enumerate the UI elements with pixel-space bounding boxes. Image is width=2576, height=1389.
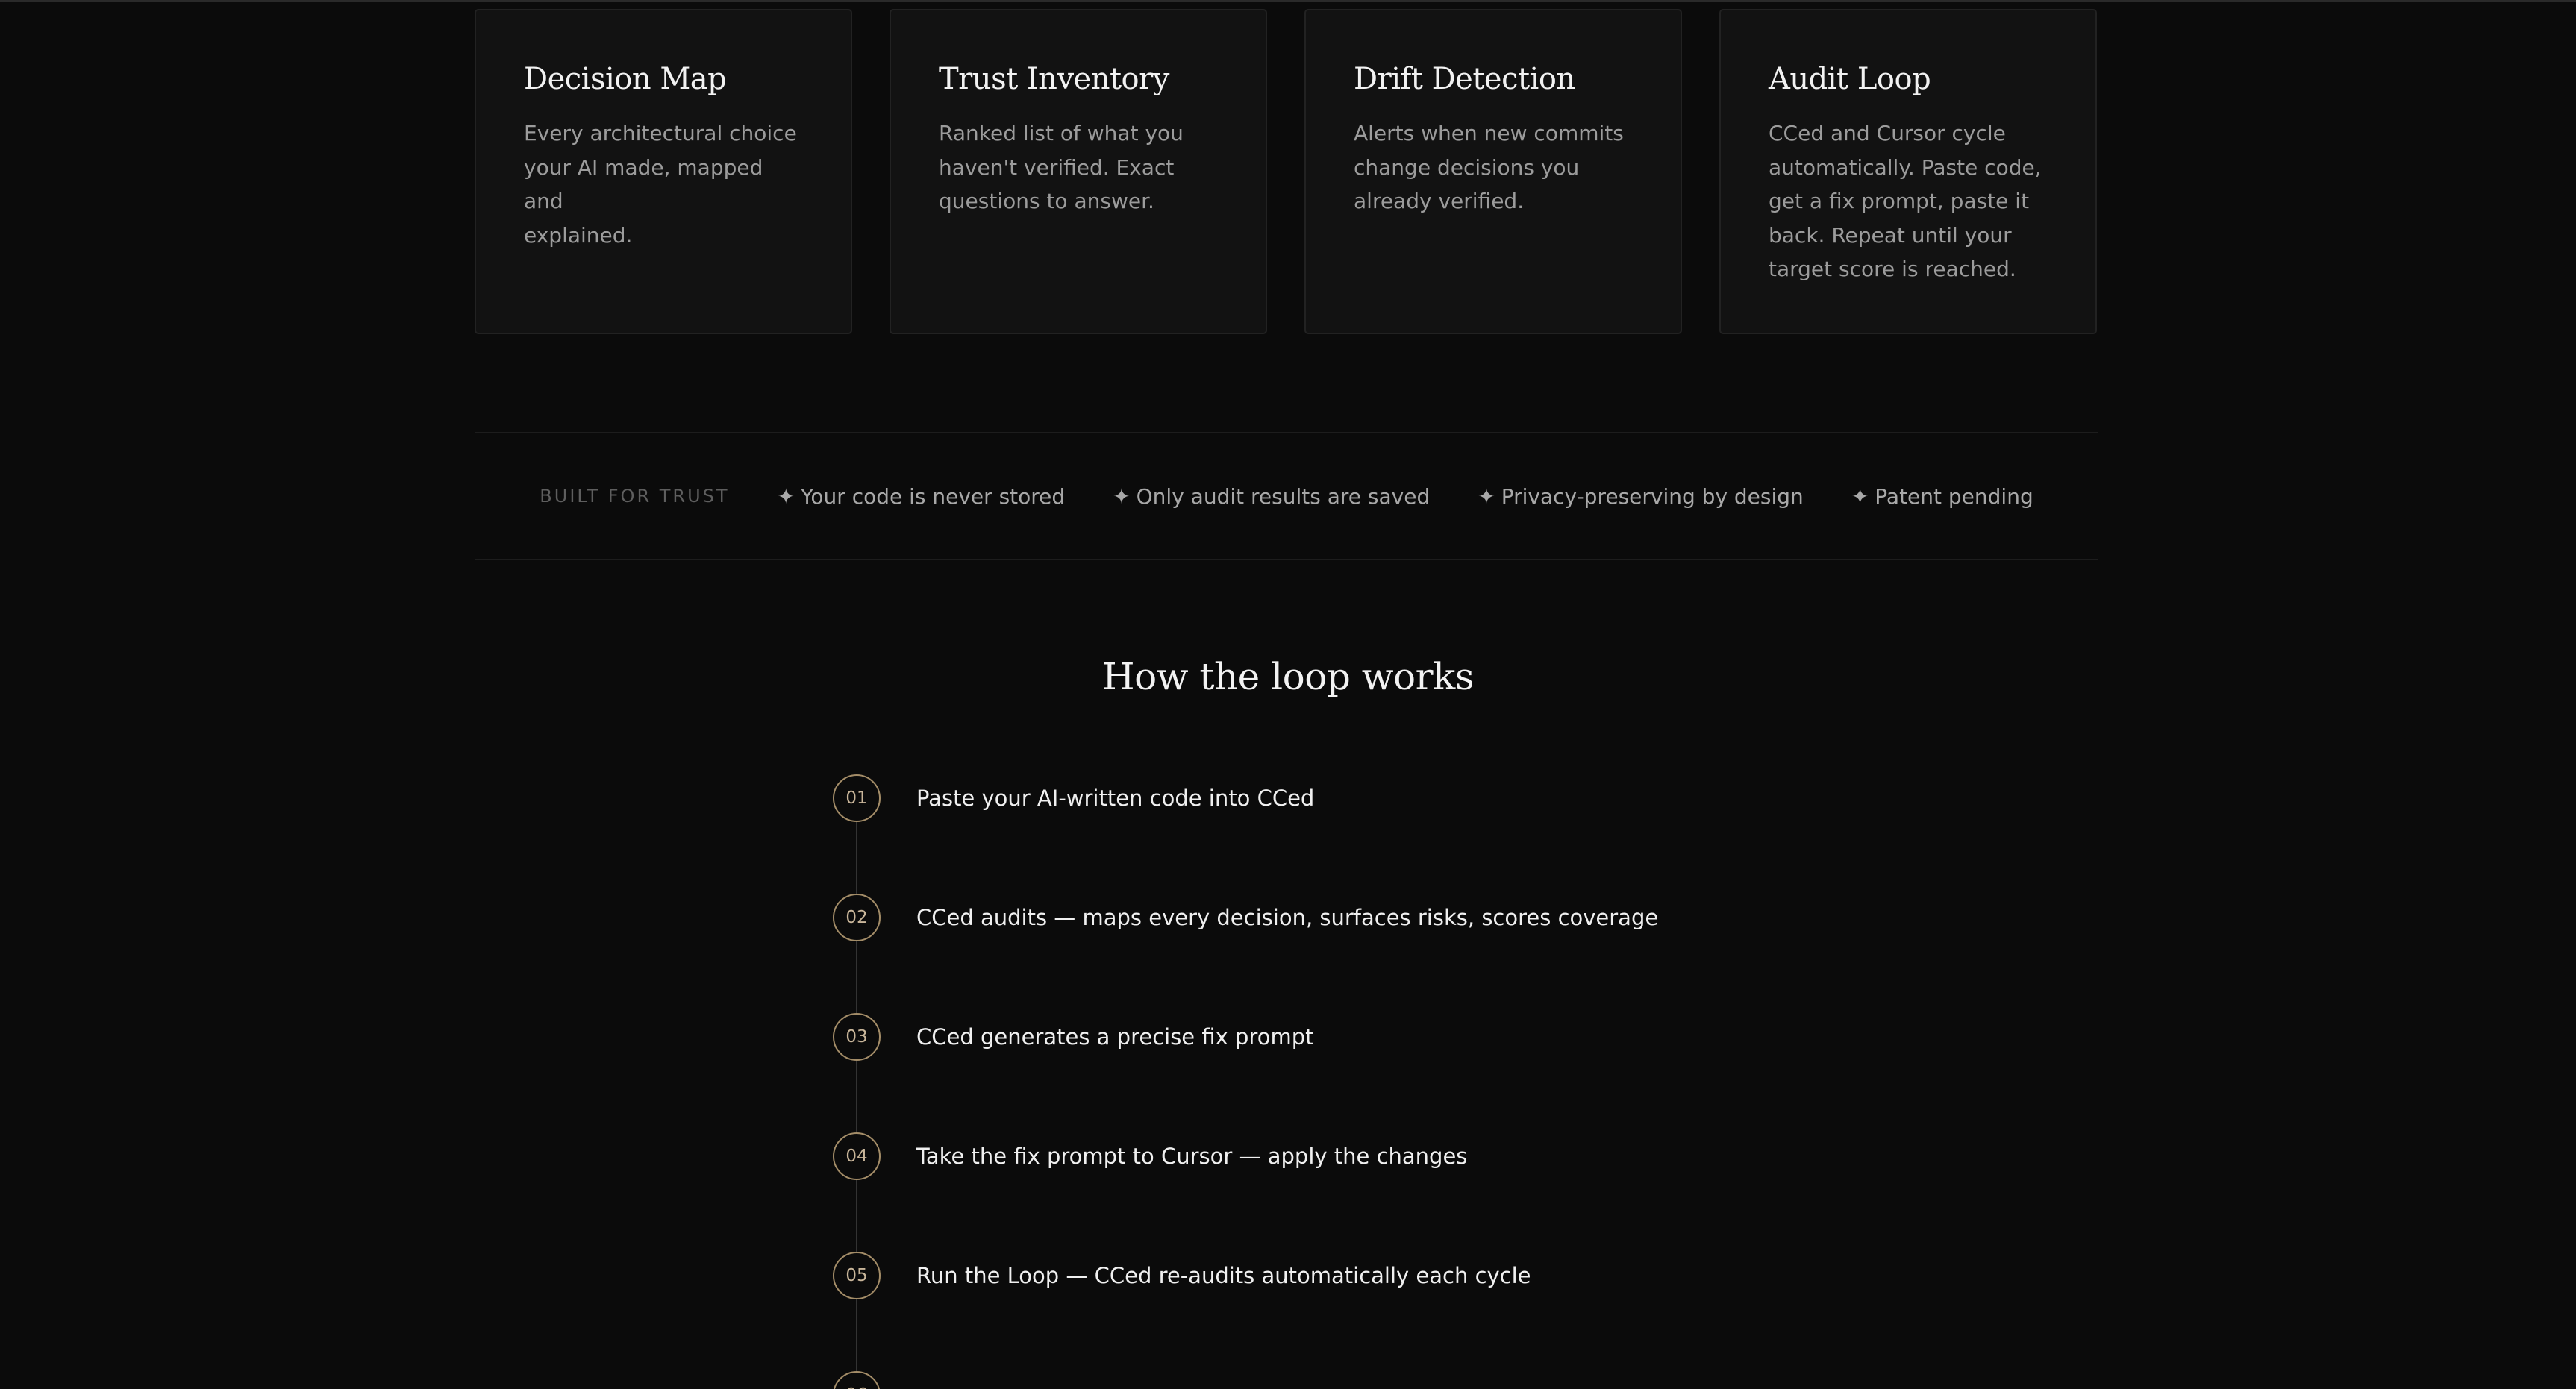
trust-label: BUILT FOR TRUST xyxy=(540,486,730,507)
step-text: Take the fix prompt to Cursor — apply th… xyxy=(916,1144,1468,1169)
trust-item-privacy: ✦ Privacy-preserving by design xyxy=(1478,483,1804,509)
feature-card-audit-loop: Audit Loop CCed and Cursor cycle automat… xyxy=(1719,9,2097,334)
loop-step-4: 04 Take the fix prompt to Cursor — apply… xyxy=(833,1132,1467,1180)
loop-timeline: 01 Paste your AI-written code into CCed … xyxy=(833,774,1878,1389)
feature-card-description: CCed and Cursor cycle automatically. Pas… xyxy=(1769,121,2042,281)
feature-card-trust-inventory: Trust Inventory Ranked list of what you … xyxy=(890,9,1267,334)
step-number-badge: 01 xyxy=(833,774,881,822)
trust-item-patent: ✦ Patent pending xyxy=(1851,483,2033,509)
sparkle-icon: ✦ xyxy=(1851,483,1869,509)
sparkle-icon: ✦ xyxy=(1478,483,1495,509)
step-number-badge: 05 xyxy=(833,1252,881,1299)
step-number-badge: 02 xyxy=(833,894,881,941)
feature-cards: Decision Map Every architectural choice … xyxy=(475,9,2098,336)
loop-step-2: 02 CCed audits — maps every decision, su… xyxy=(833,894,1658,941)
step-number-badge: 06 xyxy=(833,1371,881,1389)
feature-card-title: Trust Inventory xyxy=(939,62,1169,96)
loop-step-1: 01 Paste your AI-written code into CCed xyxy=(833,774,1314,822)
feature-card-drift-detection: Drift Detection Alerts when new commits … xyxy=(1304,9,1682,334)
feature-card-decision-map: Decision Map Every architectural choice … xyxy=(475,9,852,334)
feature-card-description: Ranked list of what you haven't verified… xyxy=(939,121,1184,213)
top-edge-divider xyxy=(0,0,2576,2)
feature-card-title: Decision Map xyxy=(524,62,727,96)
sparkle-icon: ✦ xyxy=(777,483,795,509)
trust-item-never-stored: ✦ Your code is never stored xyxy=(777,483,1066,509)
feature-card-description: Alerts when new commits change decisions… xyxy=(1354,121,1624,213)
feature-card-title: Drift Detection xyxy=(1354,62,1575,96)
feature-card-title: Audit Loop xyxy=(1769,62,1931,96)
loop-step-3: 03 CCed generates a precise fix prompt xyxy=(833,1013,1313,1061)
step-text: Paste your AI-written code into CCed xyxy=(916,786,1315,811)
step-text: Run the Loop — CCed re-audits automatica… xyxy=(916,1263,1531,1288)
loop-section-title: How the loop works xyxy=(1101,655,1475,698)
trust-item-results-saved: ✦ Only audit results are saved xyxy=(1113,483,1431,509)
trust-bar: BUILT FOR TRUST ✦ Your code is never stor… xyxy=(475,432,2098,560)
loop-step-6: 06 xyxy=(833,1371,916,1389)
sparkle-icon: ✦ xyxy=(1113,483,1131,509)
step-text: CCed audits — maps every decision, surfa… xyxy=(916,905,1659,930)
step-text: CCed generates a precise fix prompt xyxy=(916,1024,1314,1050)
loop-step-5: 05 Run the Loop — CCed re-audits automat… xyxy=(833,1252,1531,1299)
step-number-badge: 03 xyxy=(833,1013,881,1061)
step-number-badge: 04 xyxy=(833,1132,881,1180)
timeline-connector xyxy=(856,798,857,1389)
feature-card-description: Every architectural choice your AI made,… xyxy=(524,121,797,248)
